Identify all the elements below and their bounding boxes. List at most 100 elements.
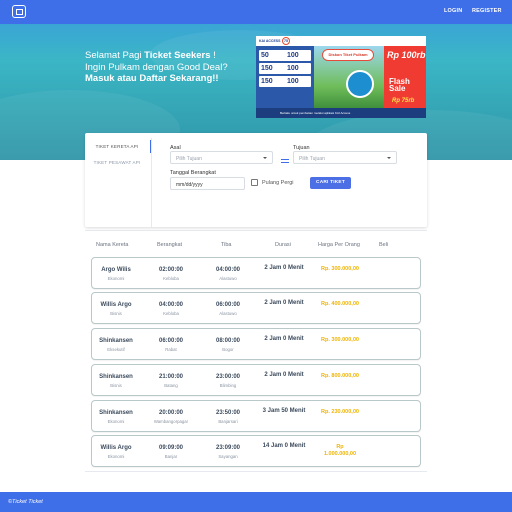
depart-station: Banjar: [164, 454, 178, 459]
banner-price-row: 150 100: [259, 76, 311, 87]
pulang-pergi-label: Pulang Pergi: [262, 180, 294, 186]
banner-flash-sale: Flash Sale: [389, 78, 410, 93]
depart-time: 04:00:00: [158, 302, 184, 308]
train-class: Ekonomi: [107, 276, 125, 281]
price: Rp. 230.000,00: [321, 409, 359, 415]
price-b: 100: [287, 78, 299, 85]
train-name: Shinkansen: [99, 410, 133, 416]
depart-station: Kebloba: [163, 311, 179, 316]
arrive-time: 23:50:00: [215, 410, 241, 416]
price-a: 50: [261, 52, 269, 59]
promo-banner[interactable]: KAI ACCESS 75 50 100 150 100 150 100 Diskon…: [256, 36, 426, 118]
tab-pesawat-api[interactable]: TIKET PESAWAT API: [85, 160, 149, 165]
table-row[interactable]: Willis Argo Bisnis 04:00:00 Kebloba 06:00:00…: [91, 292, 421, 324]
tanggal-label: Tanggal Berangkat: [170, 170, 216, 176]
arrive-time: 23:09:00: [215, 445, 241, 451]
depart-station: Batang: [164, 383, 178, 388]
page-footer: ©Ticket Ticket: [0, 492, 512, 512]
tujuan-select[interactable]: Pilih Tujuan: [293, 151, 397, 164]
login-link[interactable]: LOGIN: [444, 8, 462, 14]
tab-divider: [151, 138, 152, 227]
train-name: Shinkansen: [99, 374, 133, 380]
banner-price-row: 150 100: [259, 63, 311, 74]
tab-kereta-api[interactable]: TIKET KERETA API: [85, 140, 151, 153]
asal-select[interactable]: Pilih Tujuan: [170, 151, 273, 164]
greeting-line-1: Selamat Pagi Ticket Seekers !: [85, 50, 255, 62]
duration: 2 Jam 0 Menit: [264, 336, 304, 342]
depart-station: Kebloba: [163, 276, 179, 281]
arrive-station: Alastuwo: [219, 276, 237, 281]
hero-greeting: Selamat Pagi Ticket Seekers ! Ingin Pulk…: [85, 50, 255, 85]
header-tiba: Tiba: [221, 242, 232, 248]
arrive-time: 06:00:00: [215, 302, 241, 308]
train-class: Bisnis: [110, 383, 122, 388]
table-row[interactable]: Willis Argo Ekonomi 09:09:00 Banjar 23:09:00…: [91, 435, 421, 467]
depart-station: Wambangorpagar: [153, 419, 189, 424]
arrive-station: Banjarsari: [218, 419, 238, 424]
cari-tiket-button[interactable]: CARI TIKET: [310, 177, 351, 189]
chevron-down-icon: [263, 157, 267, 159]
swap-arrows-icon[interactable]: [281, 158, 289, 164]
greeting-cta: Masuk atau Daftar Sekarang!!: [85, 73, 219, 84]
pulang-pergi-checkbox[interactable]: [251, 179, 258, 186]
table-row[interactable]: Shinkansen Ekonomi 20:00:00 Wambangorpagar 2…: [91, 400, 421, 432]
arrive-station: Alastuwo: [219, 311, 237, 316]
duration: 2 Jam 0 Menit: [264, 265, 304, 271]
price-b: 100: [287, 65, 299, 72]
price: Rp. 300.000,00: [321, 337, 359, 343]
register-link[interactable]: REGISTER: [472, 8, 502, 14]
date-value: mm/dd/yyyy: [176, 181, 203, 188]
price-continued: 1.000.000,00: [323, 451, 357, 457]
price: Rp. 300.000,00: [321, 266, 359, 272]
arrive-station: Blimbing: [219, 383, 237, 388]
price-b: 100: [287, 52, 299, 59]
price: Rp: [336, 444, 344, 450]
greeting-suffix: !: [210, 50, 216, 61]
banner-discount: Rp 100rb: [387, 50, 426, 60]
greeting-line-3: Masuk atau Daftar Sekarang!!: [85, 73, 255, 85]
train-name: Argo Wilis: [101, 267, 131, 273]
header-durasi: Durasi: [275, 242, 291, 248]
duration: 14 Jam 0 Menit: [262, 443, 306, 449]
banner-footer-text: Berlaku untuk pembelian melalui aplikasi…: [280, 111, 351, 115]
arrive-time: 23:00:00: [215, 374, 241, 380]
depart-time: 09:09:00: [158, 445, 184, 451]
footer-copyright: ©Ticket Ticket: [8, 499, 43, 505]
table-row[interactable]: Argo Wilis Ekonomi 02:00:00 Kebloba 04:00:00…: [91, 257, 421, 289]
header-berangkat: Berangkat: [157, 242, 183, 248]
greeting-name: Ticket Seekers: [144, 50, 211, 61]
depart-time: 06:00:00: [158, 338, 184, 344]
header-beli: Beli: [379, 242, 389, 248]
train-name: Willis Argo: [100, 445, 132, 451]
train-class: Bisnis: [110, 311, 122, 316]
price: Rp. 400.000,00: [321, 301, 359, 307]
banner-price-row: 50 100: [259, 50, 311, 61]
header-nama-kereta: Nama Kereta: [96, 242, 129, 248]
banner-discount-2: Rp 75rb: [392, 98, 415, 104]
banner-title: Diskon Tiket Pulkam: [322, 49, 374, 61]
train-class: Ekonomi: [107, 419, 125, 424]
table-row[interactable]: Shinkansen Eksekutif 06:00:00 Rabat 08:00:00…: [91, 328, 421, 360]
arrive-time: 08:00:00: [215, 338, 241, 344]
table-row[interactable]: Shinkansen Bisnis 21:00:00 Batang 23:00:00 Bl…: [91, 364, 421, 396]
duration: 2 Jam 0 Menit: [264, 300, 304, 306]
banner-price-panel: 50 100 150 100 150 100: [256, 46, 314, 108]
price-a: 150: [261, 65, 273, 72]
tanggal-date-input[interactable]: mm/dd/yyyy: [170, 177, 245, 190]
header-harga: Harga Per Orang: [318, 242, 360, 248]
train-class: Ekonomi: [107, 454, 125, 459]
asal-placeholder: Pilih Tujuan: [176, 155, 202, 162]
banner-footer: Berlaku untuk pembelian melalui aplikasi…: [256, 108, 426, 118]
duration: 3 Jam 50 Menit: [262, 408, 306, 414]
greeting-line-2: Ingin Pulkam dengan Good Deal?: [85, 61, 228, 73]
ticket-logo-icon[interactable]: [12, 5, 26, 18]
greeting-prefix: Selamat Pagi: [85, 50, 145, 61]
chevron-down-icon: [387, 157, 391, 159]
banner-badge-icon: [346, 70, 374, 98]
depart-time: 20:00:00: [158, 410, 184, 416]
top-navbar: LOGIN REGISTER: [0, 0, 512, 24]
search-tabs: TIKET KERETA API TIKET PESAWAT API: [85, 133, 151, 227]
arrive-station: Sayangan: [218, 454, 238, 459]
train-class: Eksekutif: [107, 347, 125, 352]
tujuan-placeholder: Pilih Tujuan: [299, 155, 325, 162]
